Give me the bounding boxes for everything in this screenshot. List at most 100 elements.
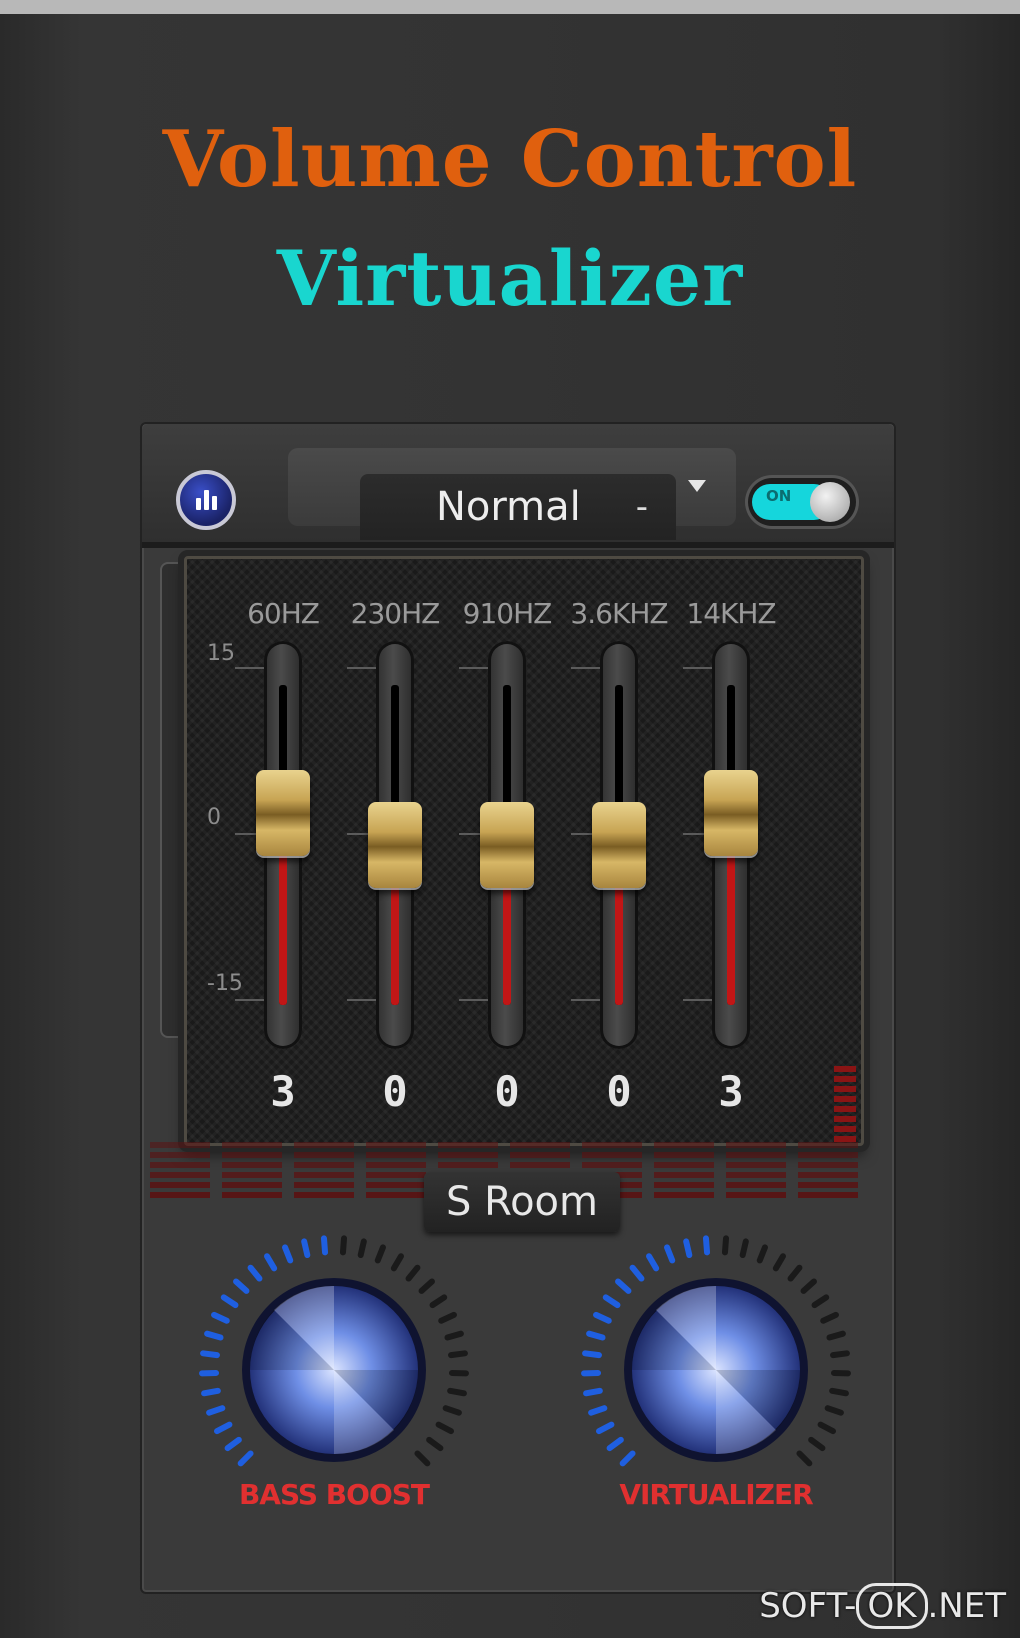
knob-level-tick <box>615 1278 632 1294</box>
vu-meter-segment <box>366 1172 426 1178</box>
vu-meter-segment <box>834 1136 856 1142</box>
watermark: SOFT- OK .NET <box>759 1583 1006 1629</box>
vu-meter-segment <box>798 1142 858 1148</box>
knob-level-tick <box>619 1450 636 1467</box>
vu-meter-segment <box>510 1152 570 1158</box>
vu-meter-segment <box>222 1142 282 1148</box>
band-freq-label: 3.6KHZ <box>570 597 668 630</box>
watermark-left: SOFT- <box>759 1586 857 1626</box>
knob-level-tick <box>301 1238 311 1259</box>
scale-tick <box>459 667 489 669</box>
knob-level-tick <box>237 1450 254 1467</box>
knob-level-tick <box>442 1405 462 1416</box>
vu-meter-segment <box>222 1152 282 1158</box>
knob-level-tick <box>429 1294 448 1309</box>
vu-meter-segment <box>222 1182 282 1188</box>
scale-tick <box>347 999 377 1001</box>
vu-meter-segment <box>834 1096 856 1102</box>
knob-level-tick <box>374 1244 386 1264</box>
vu-meter-segment <box>654 1192 714 1198</box>
scale-tick <box>683 667 713 669</box>
knob-level-tick <box>830 1350 850 1359</box>
knob-level-tick <box>739 1238 749 1259</box>
chevron-down-icon[interactable] <box>688 480 706 492</box>
knob-level-tick <box>339 1235 348 1256</box>
vu-meter-segment <box>834 1126 856 1132</box>
vu-meter-segment <box>222 1172 282 1178</box>
band-slider-thumb[interactable] <box>592 802 646 888</box>
knob-level-tick <box>247 1264 263 1282</box>
band-value: 0 <box>606 1067 632 1116</box>
vu-meter-segment <box>366 1142 426 1148</box>
toggle-knob <box>810 482 850 522</box>
app-frame: Volume Control Virtualizer Normal - ON 1… <box>0 0 1020 1638</box>
title-volume-control: Volume Control <box>162 114 858 205</box>
knob-level-tick <box>220 1294 239 1309</box>
scale-tick <box>459 999 489 1001</box>
knob-level-tick <box>206 1405 226 1416</box>
scale-tick <box>235 667 265 669</box>
knob-level-tick <box>320 1235 329 1256</box>
vu-meter-segment <box>294 1142 354 1148</box>
knob-level-tick <box>233 1278 250 1294</box>
vu-meter-segment <box>654 1182 714 1188</box>
knob-level-tick <box>829 1387 849 1397</box>
knob-level-tick <box>448 1350 468 1359</box>
bass-boost-knob[interactable] <box>184 1220 484 1520</box>
band-slider-thumb[interactable] <box>704 770 758 856</box>
vu-meter-segment <box>438 1142 498 1148</box>
vu-meter-segment <box>798 1182 858 1188</box>
vu-meter-segment <box>150 1192 210 1198</box>
knob-level-tick <box>606 1436 624 1452</box>
vu-meter-segment <box>654 1162 714 1168</box>
knob-level-tick <box>447 1387 467 1397</box>
virtualizer-knob[interactable] <box>566 1220 866 1520</box>
vu-meter-segment <box>438 1162 498 1168</box>
knob-level-tick <box>390 1253 404 1272</box>
knob-level-tick <box>772 1253 786 1272</box>
knob-level-tick <box>664 1244 676 1264</box>
knob-level-tick <box>214 1421 233 1435</box>
vu-meter-segment <box>294 1152 354 1158</box>
vu-meter-segment <box>834 1086 856 1092</box>
knob-level-tick <box>683 1238 693 1259</box>
vu-meter-segment <box>150 1182 210 1188</box>
vu-meter-segment <box>366 1162 426 1168</box>
band-value: 0 <box>494 1067 520 1116</box>
knob-level-tick <box>264 1253 278 1272</box>
vu-meter-segment <box>654 1172 714 1178</box>
vu-meter-segment <box>438 1152 498 1158</box>
knob-level-tick <box>282 1244 294 1264</box>
vu-meter-segment <box>798 1192 858 1198</box>
band-value: 3 <box>270 1067 296 1116</box>
knob-level-tick <box>808 1436 826 1452</box>
knob-level-tick <box>582 1350 602 1359</box>
knob-level-tick <box>826 1330 846 1341</box>
vu-meter-segment <box>150 1162 210 1168</box>
band-slider-thumb[interactable] <box>480 802 534 888</box>
knob-level-tick <box>796 1450 813 1467</box>
band-slider-thumb[interactable] <box>368 802 422 888</box>
band-freq-label: 910HZ <box>462 597 553 630</box>
knob-level-tick <box>820 1311 839 1324</box>
knob-level-tick <box>418 1278 435 1294</box>
knob-level-tick <box>201 1387 221 1397</box>
band-slider-thumb[interactable] <box>256 770 310 856</box>
knob-level-tick <box>414 1450 431 1467</box>
band-freq-label: 60HZ <box>247 597 320 630</box>
knob-level-tick <box>721 1235 730 1256</box>
vu-meter-segment <box>726 1142 786 1148</box>
vu-meter-segment <box>726 1172 786 1178</box>
vu-meter-segment <box>798 1162 858 1168</box>
knob-level-tick <box>800 1278 817 1294</box>
knob-level-tick <box>588 1405 608 1416</box>
preset-dropdown[interactable]: Normal - <box>360 474 676 540</box>
knob-level-tick <box>200 1350 220 1359</box>
equalizer-bars-icon[interactable] <box>176 470 236 530</box>
power-toggle[interactable]: ON <box>748 478 856 526</box>
knob-level-tick <box>426 1436 444 1452</box>
vu-meter-segment <box>366 1182 426 1188</box>
scale-label-mid: 0 <box>207 805 221 830</box>
knob-level-tick <box>435 1421 454 1435</box>
scale-tick <box>571 667 601 669</box>
